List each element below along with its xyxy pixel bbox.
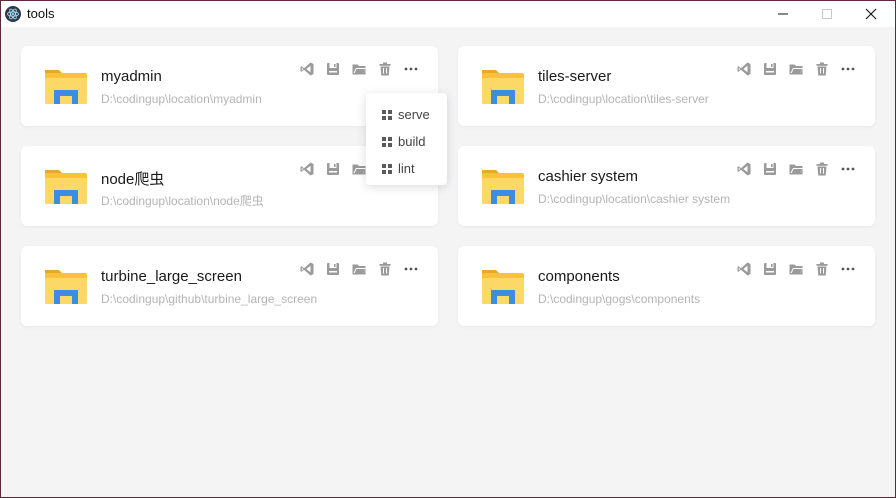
project-name: node爬虫 xyxy=(101,171,165,188)
folder-icon xyxy=(43,166,89,206)
close-icon xyxy=(865,8,877,20)
project-path: D:\codingup\location\tiles-server xyxy=(538,92,709,106)
save-icon[interactable] xyxy=(761,260,779,278)
save-icon[interactable] xyxy=(324,260,342,278)
trash-icon[interactable] xyxy=(813,60,831,78)
maximize-icon xyxy=(822,9,832,19)
folder-icon xyxy=(480,166,526,206)
folder-icon xyxy=(480,266,526,306)
open-folder-icon[interactable] xyxy=(787,260,805,278)
minimize-button[interactable] xyxy=(761,1,805,27)
maximize-button[interactable] xyxy=(805,1,849,27)
save-icon[interactable] xyxy=(324,60,342,78)
trash-icon[interactable] xyxy=(376,60,394,78)
trash-icon[interactable] xyxy=(376,260,394,278)
vscode-icon[interactable] xyxy=(298,160,316,178)
electron-app-icon xyxy=(5,6,21,22)
app-window: tools myadmin D:\codingup\location\myadm… xyxy=(0,0,896,498)
project-path: D:\codingup\location\node爬虫 xyxy=(101,194,264,208)
project-name: cashier system xyxy=(538,168,639,185)
project-card[interactable]: cashier system D:\codingup\location\cash… xyxy=(458,146,875,226)
card-actions xyxy=(735,60,857,78)
more-icon[interactable] xyxy=(402,260,420,278)
more-icon[interactable] xyxy=(839,60,857,78)
card-actions xyxy=(735,260,857,278)
project-path: D:\codingup\github\turbine_large_screen xyxy=(101,292,318,306)
project-name: components xyxy=(538,268,620,285)
trash-icon[interactable] xyxy=(813,260,831,278)
folder-icon xyxy=(480,66,526,106)
trash-icon[interactable] xyxy=(813,160,831,178)
script-dropdown-menu: serve build lint xyxy=(366,93,447,185)
save-icon[interactable] xyxy=(324,160,342,178)
close-button[interactable] xyxy=(849,1,893,27)
vscode-icon[interactable] xyxy=(298,260,316,278)
minimize-icon xyxy=(778,13,788,15)
more-icon[interactable] xyxy=(402,60,420,78)
project-name: myadmin xyxy=(101,68,162,85)
open-folder-icon[interactable] xyxy=(787,60,805,78)
card-actions xyxy=(298,260,420,278)
project-path: D:\codingup\gogs\components xyxy=(538,292,701,306)
vscode-icon[interactable] xyxy=(298,60,316,78)
folder-icon xyxy=(43,266,89,306)
project-card[interactable]: components D:\codingup\gogs\components xyxy=(458,246,875,326)
menu-item-label: lint xyxy=(398,161,415,176)
open-folder-icon[interactable] xyxy=(350,60,368,78)
project-name: tiles-server xyxy=(538,68,612,85)
open-folder-icon[interactable] xyxy=(350,260,368,278)
save-icon[interactable] xyxy=(761,160,779,178)
card-actions xyxy=(735,160,857,178)
window-title: tools xyxy=(27,6,55,21)
project-name: turbine_large_screen xyxy=(101,268,242,285)
menu-item-label: serve xyxy=(398,107,430,122)
open-folder-icon[interactable] xyxy=(787,160,805,178)
grid-icon xyxy=(382,163,392,174)
folder-icon xyxy=(43,66,89,106)
project-path: D:\codingup\location\myadmin xyxy=(101,92,262,106)
more-icon[interactable] xyxy=(839,260,857,278)
menu-item-build[interactable]: build xyxy=(366,128,447,155)
title-bar: tools xyxy=(1,1,895,27)
menu-item-lint[interactable]: lint xyxy=(366,155,447,182)
grid-icon xyxy=(382,136,392,147)
project-card[interactable]: turbine_large_screen D:\codingup\github\… xyxy=(21,246,438,326)
project-path: D:\codingup\location\cashier system xyxy=(538,192,731,206)
vscode-icon[interactable] xyxy=(735,260,753,278)
more-icon[interactable] xyxy=(839,160,857,178)
menu-item-label: build xyxy=(398,134,426,149)
vscode-icon[interactable] xyxy=(735,160,753,178)
grid-icon xyxy=(382,109,392,120)
vscode-icon[interactable] xyxy=(735,60,753,78)
project-card[interactable]: tiles-server D:\codingup\location\tiles-… xyxy=(458,46,875,126)
menu-item-serve[interactable]: serve xyxy=(366,101,447,128)
save-icon[interactable] xyxy=(761,60,779,78)
card-actions xyxy=(298,60,420,78)
